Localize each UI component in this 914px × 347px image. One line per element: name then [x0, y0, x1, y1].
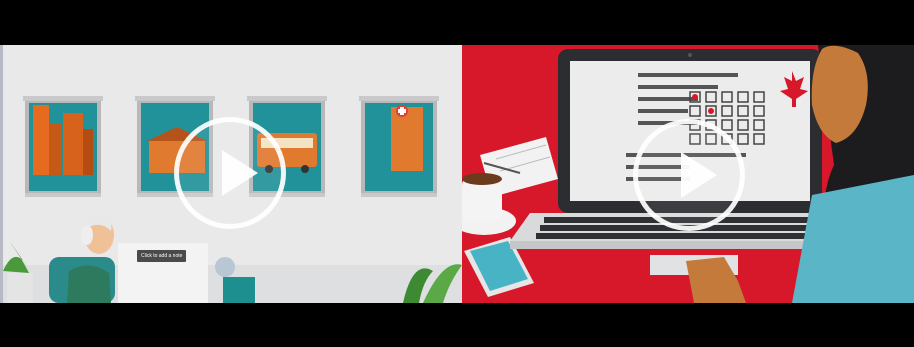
play-button-right[interactable]: [633, 119, 745, 231]
letterbox-bottom: [0, 303, 914, 347]
letterbox-top: [0, 0, 914, 45]
play-icon: [681, 152, 717, 198]
frame-hospital-building: [359, 96, 439, 197]
frame-city-buildings: [23, 96, 103, 197]
old-man-character: [49, 214, 115, 303]
add-note-tooltip[interactable]: Click to add a note: [137, 250, 187, 262]
play-button-left[interactable]: [174, 117, 286, 229]
play-icon: [222, 150, 258, 196]
